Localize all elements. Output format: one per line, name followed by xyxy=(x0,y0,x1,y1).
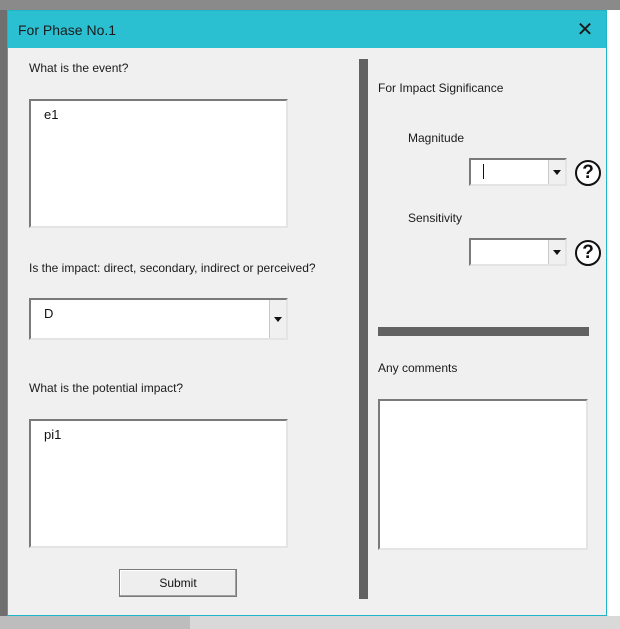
impact-significance-label: For Impact Significance xyxy=(378,81,504,95)
dialog-window: For Phase No.1 ✕ What is the event? e1 I… xyxy=(7,10,607,616)
impact-type-dropdown-button[interactable] xyxy=(269,300,286,338)
dialog-title: For Phase No.1 xyxy=(18,22,117,38)
horizontal-divider xyxy=(378,327,589,336)
magnitude-label: Magnitude xyxy=(408,131,465,145)
sensitivity-help-icon[interactable]: ? xyxy=(575,240,601,266)
impact-type-value: D xyxy=(44,306,54,321)
close-icon[interactable]: ✕ xyxy=(572,17,598,43)
chevron-down-icon xyxy=(553,250,561,255)
vertical-divider xyxy=(359,59,368,599)
comments-label: Any comments xyxy=(378,361,458,375)
event-label: What is the event? xyxy=(29,61,129,75)
sensitivity-dropdown-button[interactable] xyxy=(548,240,565,264)
chevron-down-icon xyxy=(274,317,282,322)
background-window-edge xyxy=(0,0,620,10)
background-window-right xyxy=(606,10,620,616)
background-image-strip xyxy=(0,616,190,629)
potential-impact-label: What is the potential impact? xyxy=(29,381,184,395)
title-bar: For Phase No.1 ✕ xyxy=(8,11,606,48)
event-textbox[interactable]: e1 xyxy=(29,99,288,228)
chevron-down-icon xyxy=(553,170,561,175)
text-caret xyxy=(483,164,484,179)
potential-impact-textbox[interactable]: pi1 xyxy=(29,419,288,548)
impact-type-combobox[interactable]: D xyxy=(29,298,288,340)
sensitivity-label: Sensitivity xyxy=(408,211,463,225)
submit-button[interactable]: Submit xyxy=(119,569,237,597)
impact-type-label: Is the impact: direct, secondary, indire… xyxy=(29,261,316,275)
magnitude-dropdown-button[interactable] xyxy=(548,160,565,184)
magnitude-combobox[interactable] xyxy=(469,158,567,186)
comments-textbox[interactable] xyxy=(378,399,588,550)
magnitude-help-icon[interactable]: ? xyxy=(575,160,601,186)
sensitivity-combobox[interactable] xyxy=(469,238,567,266)
